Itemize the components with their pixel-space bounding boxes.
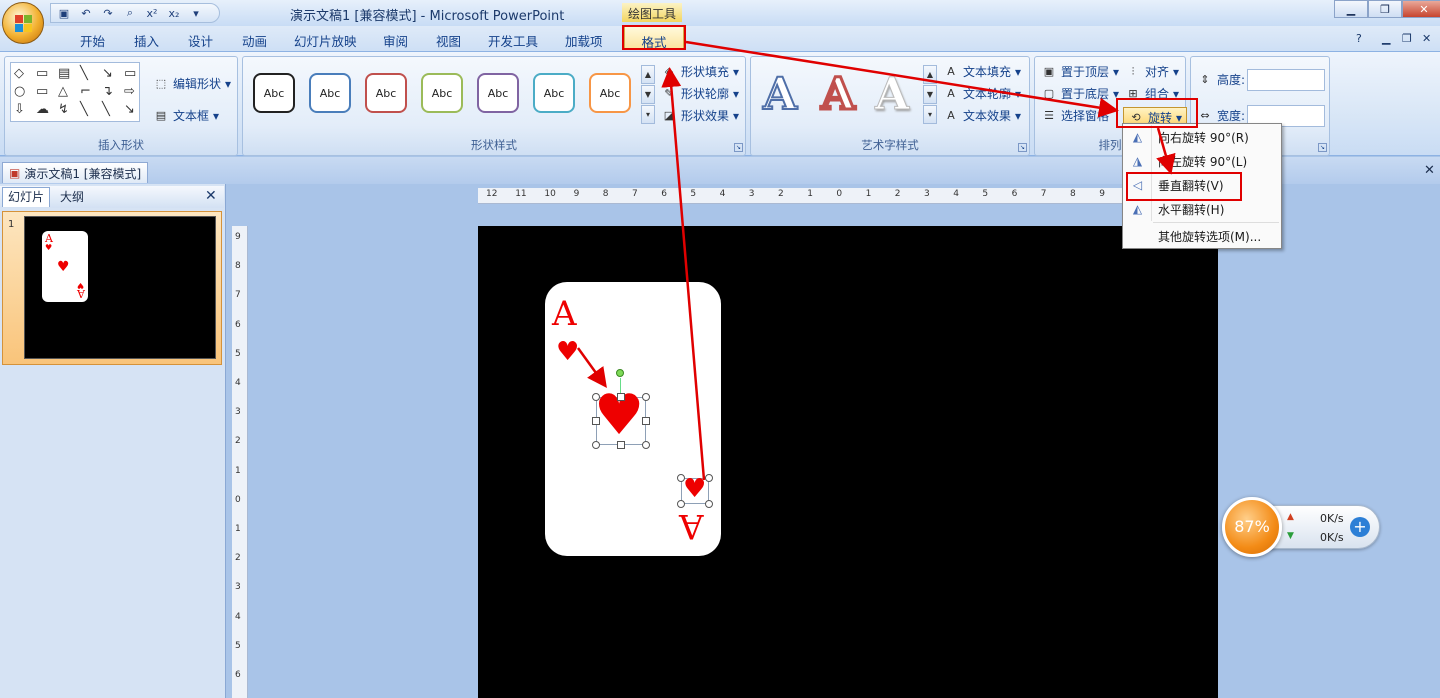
office-button[interactable]	[2, 2, 44, 44]
office-logo-icon	[15, 15, 33, 33]
annotation-arrows	[576, 40, 1176, 481]
